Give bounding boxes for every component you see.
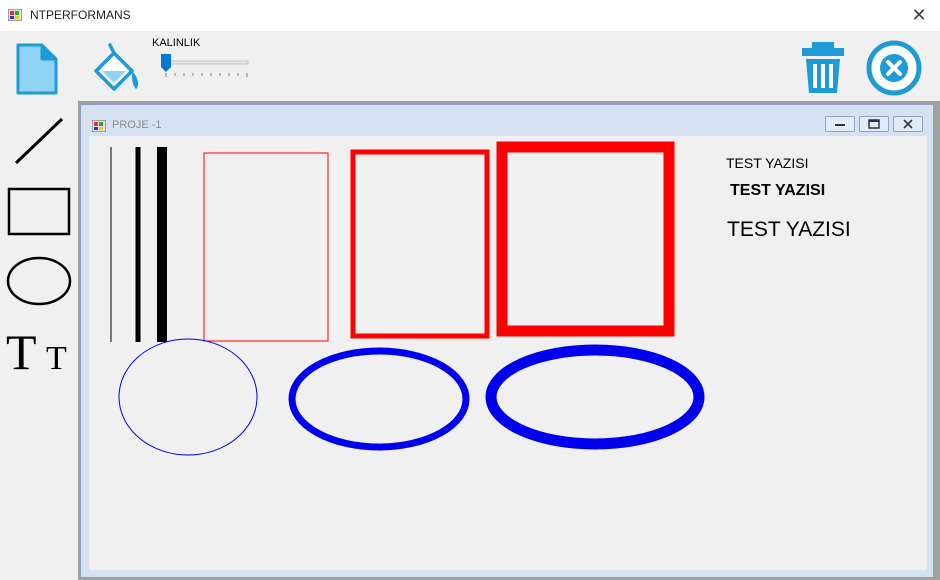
slider-thumb [161,54,171,72]
trash-icon[interactable] [796,39,850,97]
ellipse-tool-icon[interactable] [4,255,74,307]
toolbar: KALINLIK [0,31,940,101]
close-circle-icon[interactable] [866,39,924,97]
child-window-title: PROJE -1 [112,119,162,131]
paint-bucket-icon[interactable] [86,41,144,97]
restore-button[interactable] [859,116,889,132]
app-title: NTPERFORMANS [30,8,131,22]
app-icon [8,9,22,21]
thickness-label: KALINLIK [152,37,201,49]
svg-text:T: T [6,327,37,375]
thick-rectangle [496,141,675,337]
line-tool-icon[interactable] [12,115,66,167]
thickness-slider[interactable] [160,53,250,79]
medium-ellipse [288,347,470,451]
test-text-large: TEST YAZISI [727,218,851,241]
child-window: PROJE -1 TEST YAZISI TEST YAZISI TEST YA… [80,104,934,578]
text-tool-icon[interactable]: T T [4,327,76,375]
thick-ellipse [485,344,705,450]
minimize-button[interactable] [825,116,855,132]
new-document-icon[interactable] [12,41,62,97]
test-text-bold: TEST YAZISI [730,182,826,199]
medium-rectangle [350,149,490,339]
child-window-icon [92,120,106,132]
child-close-button[interactable] [893,116,923,132]
mdi-container: PROJE -1 TEST YAZISI TEST YAZISI TEST YA… [78,101,940,580]
window-close-button[interactable]: ✕ [906,4,932,26]
drawing-canvas[interactable]: TEST YAZISI TEST YAZISI TEST YAZISI [89,136,927,570]
test-text-small: TEST YAZISI [726,155,809,171]
tool-panel: T T [0,101,78,580]
thin-rectangle [203,152,329,342]
svg-text:T: T [46,340,67,375]
thin-ellipse [118,338,258,456]
rectangle-tool-icon[interactable] [6,187,72,237]
title-bar: NTPERFORMANS ✕ [0,0,940,31]
